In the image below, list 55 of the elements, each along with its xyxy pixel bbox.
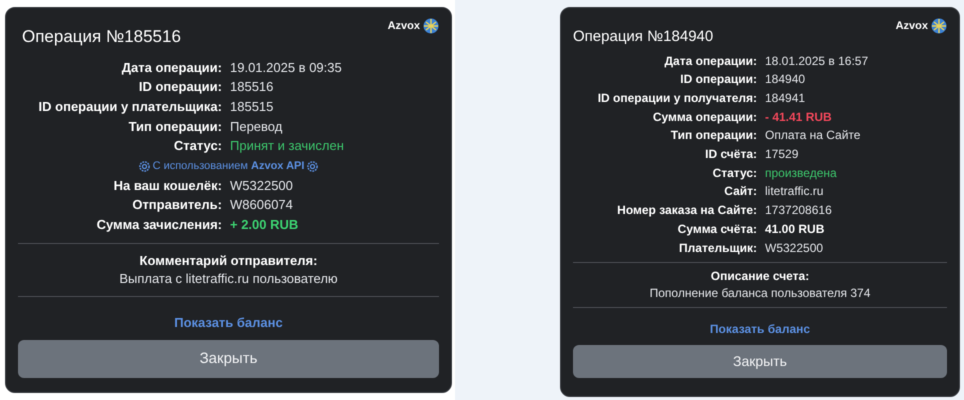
comment-text: Пополнение баланса пользователя 374 (648, 285, 872, 302)
field-value: W8606074 (230, 196, 294, 214)
field-value: litetraffic.ru (765, 183, 824, 200)
field-label: ID операции у плательщика: (38, 98, 223, 116)
field-value: - 41.41 RUB (765, 108, 833, 126)
field-value: W5322500 (765, 240, 824, 257)
show-balance-link[interactable]: Показать баланс (174, 312, 283, 332)
field-label: Сумма зачисления: (96, 216, 223, 234)
field-label: На ваш кошелёк: (112, 176, 223, 195)
comment-heading: Описание счета: (710, 268, 810, 286)
field-value: 185516 (230, 78, 274, 96)
field-label: Статус: (172, 137, 223, 156)
field-value: 184940 (765, 71, 806, 88)
logo-text: Azvox (388, 19, 420, 34)
field-label: Сумма счёта: (676, 220, 758, 238)
close-button[interactable]: Закрыть (18, 340, 439, 378)
dialog-title: Операция №184940 (573, 27, 714, 47)
field-value: W5322500 (230, 176, 294, 195)
field-label: Сумма операции: (652, 108, 758, 126)
field-value: 19.01.2025 в 09:35 (230, 58, 343, 76)
field-label: ID операции: (679, 71, 758, 88)
field-label: Тип операции: (670, 127, 758, 144)
field-label: ID операции у получателя: (596, 90, 758, 107)
comment-heading: Комментарий отправителя: (138, 252, 318, 270)
dialog-title: Операция №185516 (21, 26, 181, 48)
field-label: Плательщик: (678, 240, 758, 257)
field-label: Отправитель: (131, 196, 223, 214)
field-value: Принят и зачислен (230, 137, 345, 156)
field-value: 18.01.2025 в 16:57 (765, 52, 870, 70)
logo-text: Azvox (896, 19, 928, 34)
field-label: Номер заказа на Сайте: (616, 202, 758, 220)
field-value: 185515 (230, 98, 274, 116)
field-value: Оплата на Сайте (765, 127, 862, 144)
gear-icon (307, 160, 318, 172)
comment-text: Выплата с litetraffic.ru пользователю (118, 270, 339, 288)
field-label: Дата операции: (120, 58, 223, 77)
field-value: 17529 (765, 146, 800, 164)
field-label: Дата операции: (664, 52, 758, 70)
field-value: 184941 (765, 90, 806, 107)
field-label: Статус: (712, 164, 758, 182)
field-value: 41.00 RUB (765, 220, 826, 238)
field-value: + 2.00 RUB (230, 216, 300, 234)
globe-icon (931, 18, 947, 34)
show-balance-link[interactable]: Показать баланс (710, 320, 810, 338)
api-note: С использованием Azvox API (152, 159, 304, 174)
field-label: Тип операции: (128, 118, 223, 136)
close-button[interactable]: Закрыть (573, 345, 947, 378)
field-label: Сайт: (723, 183, 758, 200)
field-value: произведена (765, 164, 838, 182)
field-value: 1737208616 (765, 202, 833, 220)
field-value: Перевод (230, 118, 284, 136)
field-label: ID операции: (138, 78, 223, 96)
gear-icon (138, 160, 150, 172)
field-label: ID счёта: (704, 146, 758, 164)
globe-icon (423, 18, 439, 34)
